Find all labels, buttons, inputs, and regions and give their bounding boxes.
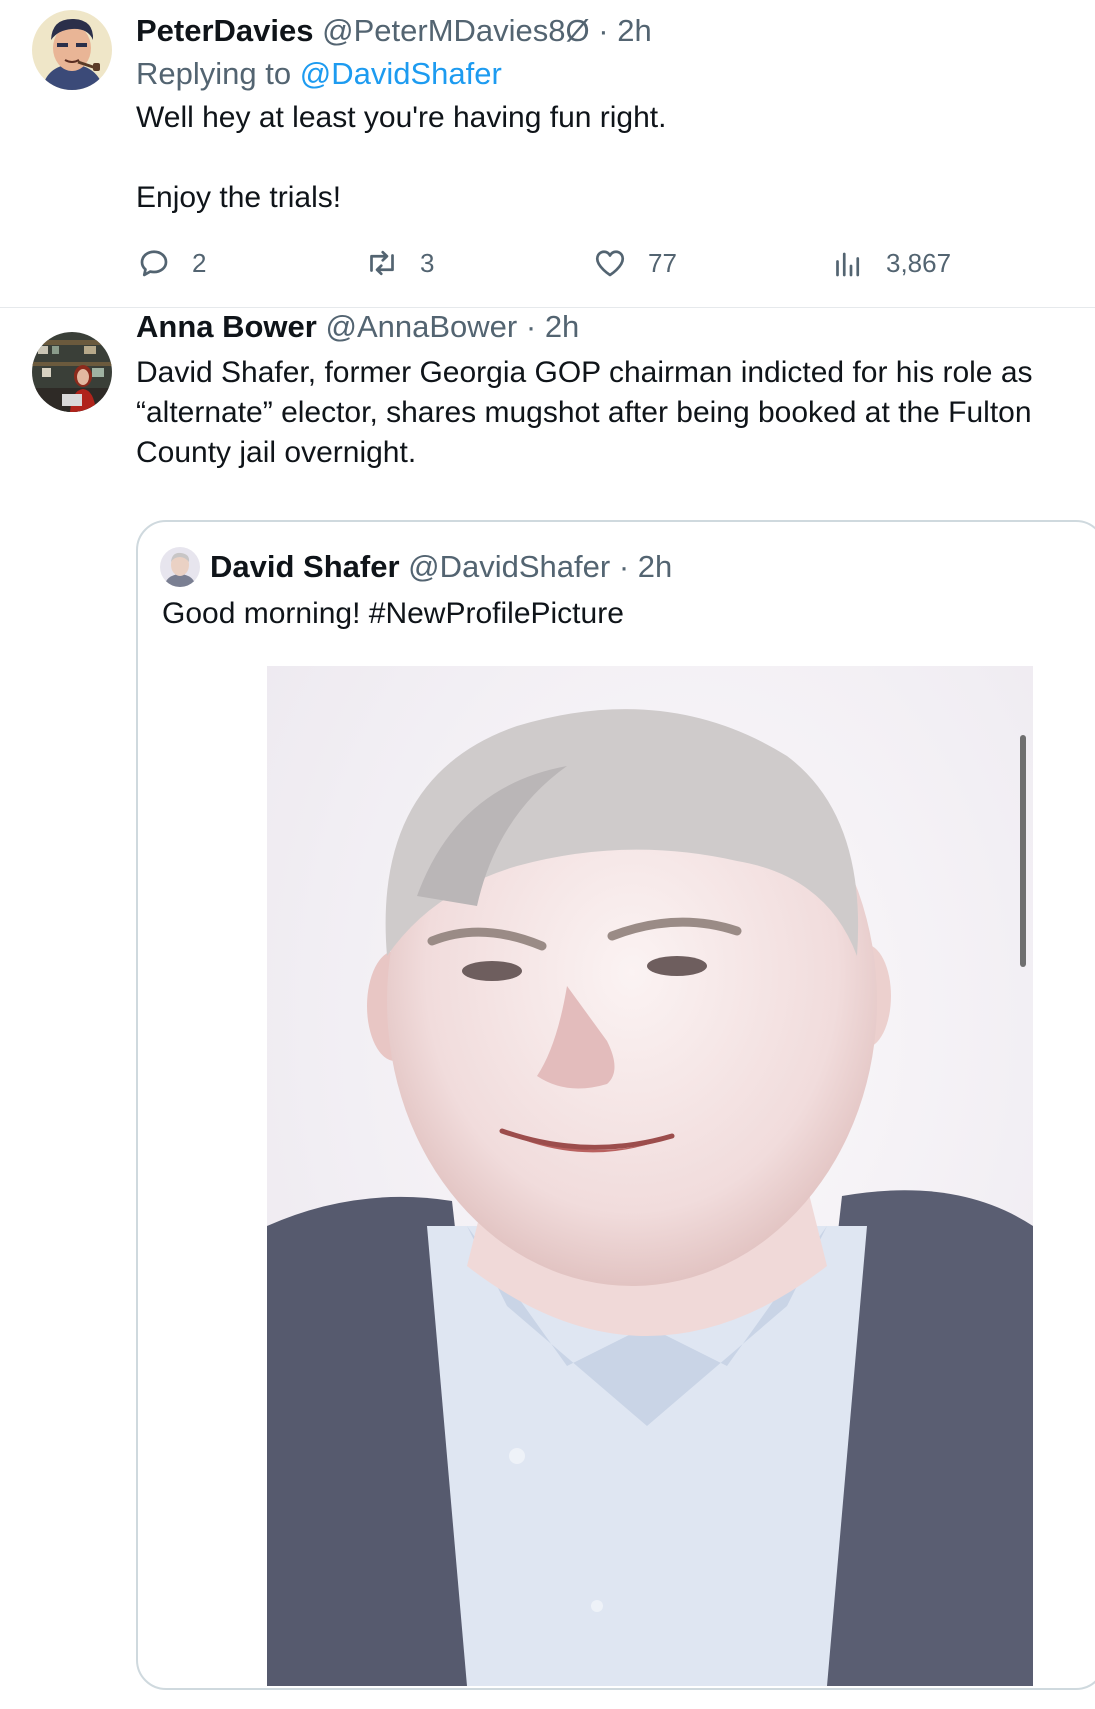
retweet-count: 3 [420,247,435,278]
reply-handle[interactable]: @PeterMDavies8Ø [322,13,590,48]
reply-timestamp[interactable]: 2h [617,13,651,48]
reply-action-bar: 2 3 77 3,867 [136,243,1036,283]
quoted-separator: · [618,549,630,584]
replying-to-line: Replying to @DavidShafer [136,55,502,93]
reply-text-line-2: Enjoy the trials! [136,181,342,214]
replying-to-link[interactable]: @DavidShafer [300,56,502,91]
peter-davies-avatar[interactable] [32,10,112,90]
view-count: 3,867 [886,247,952,278]
quoted-tweet-avatar[interactable] [160,547,200,587]
retweet-icon [370,250,394,276]
mugshot-photo[interactable] [267,666,1033,1686]
like-count: 77 [648,247,677,278]
tweet-text-line-3: County jail overnight. [136,436,417,469]
reply-header: PeterDavies @PeterMDavies8Ø · 2h [136,12,652,50]
tweet-text-line-1: David Shafer, former Georgia GOP chairma… [136,356,1033,389]
quoted-display-name[interactable]: David Shafer [210,549,400,584]
tweet-timestamp[interactable]: 2h [545,309,579,344]
reply-tweet[interactable]: PeterDavies @PeterMDavies8Ø · 2h Replyin… [0,0,1095,308]
tweet-text-line-2: “alternate” elector, shares mugshot afte… [136,396,1032,429]
media-scrollbar[interactable] [1020,735,1026,967]
views-bar-chart-icon [836,252,860,277]
views-button[interactable]: 3,867 [830,243,951,283]
reply-text-line-1: Well hey at least you're having fun righ… [136,101,667,134]
quoted-handle[interactable]: @DavidShafer [408,549,610,584]
anna-bower-avatar[interactable] [32,332,112,412]
reply-count: 2 [192,247,207,278]
tweet-header: Anna Bower @AnnaBower · 2h [136,308,579,346]
retweet-button[interactable]: 3 [364,243,434,283]
quoted-tweet-text: Good morning! #NewProfilePicture [162,597,624,630]
tweet-separator: · [525,309,537,344]
heart-icon [595,250,625,277]
reply-separator: · [598,13,609,48]
reply-icon [140,250,168,277]
quoted-tweet-header: David Shafer @DavidShafer · 2h [210,548,672,586]
tweet-display-name[interactable]: Anna Bower [136,309,317,344]
quoted-timestamp[interactable]: 2h [638,549,672,584]
replying-to-prefix: Replying to [136,56,292,91]
reply-display-name[interactable]: PeterDavies [136,13,314,48]
like-button[interactable]: 77 [592,243,677,283]
tweet-handle[interactable]: @AnnaBower [325,309,517,344]
reply-button[interactable]: 2 [136,243,206,283]
